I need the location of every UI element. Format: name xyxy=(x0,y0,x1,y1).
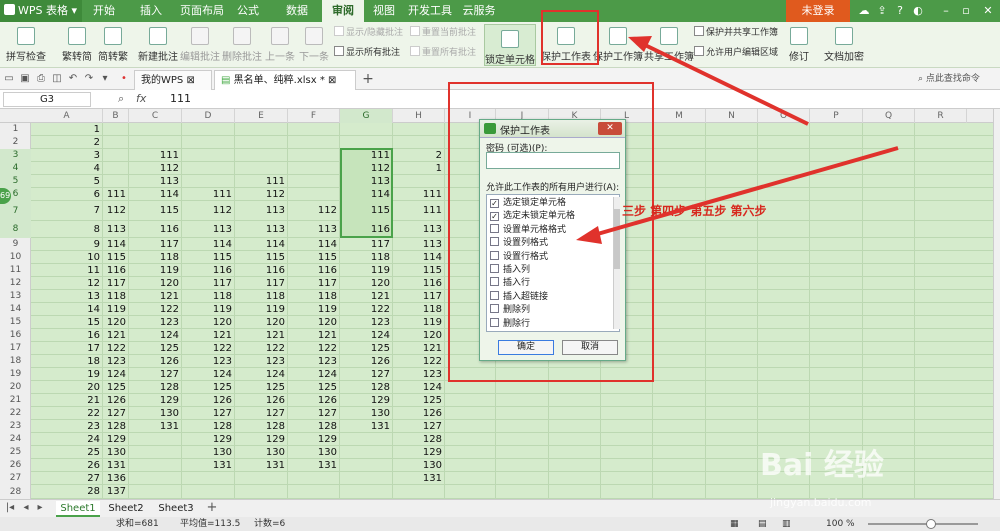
cell[interactable]: 113 xyxy=(340,175,393,188)
watermark-url: jingyan.baidu.com xyxy=(770,496,872,509)
arrowhead-top xyxy=(628,36,652,52)
arrow-to-dialog xyxy=(593,146,899,237)
arrowhead-bottom xyxy=(576,226,602,244)
cell[interactable]: 112 xyxy=(340,162,393,175)
baidu-watermark: Bai 经验 xyxy=(760,448,884,483)
cell[interactable]: 115 xyxy=(340,201,393,221)
cell[interactable]: 114 xyxy=(340,188,393,201)
cell[interactable]: 116 xyxy=(340,221,393,238)
arrow-to-protect-workbook xyxy=(644,43,809,126)
cell[interactable]: 111 xyxy=(340,149,393,162)
